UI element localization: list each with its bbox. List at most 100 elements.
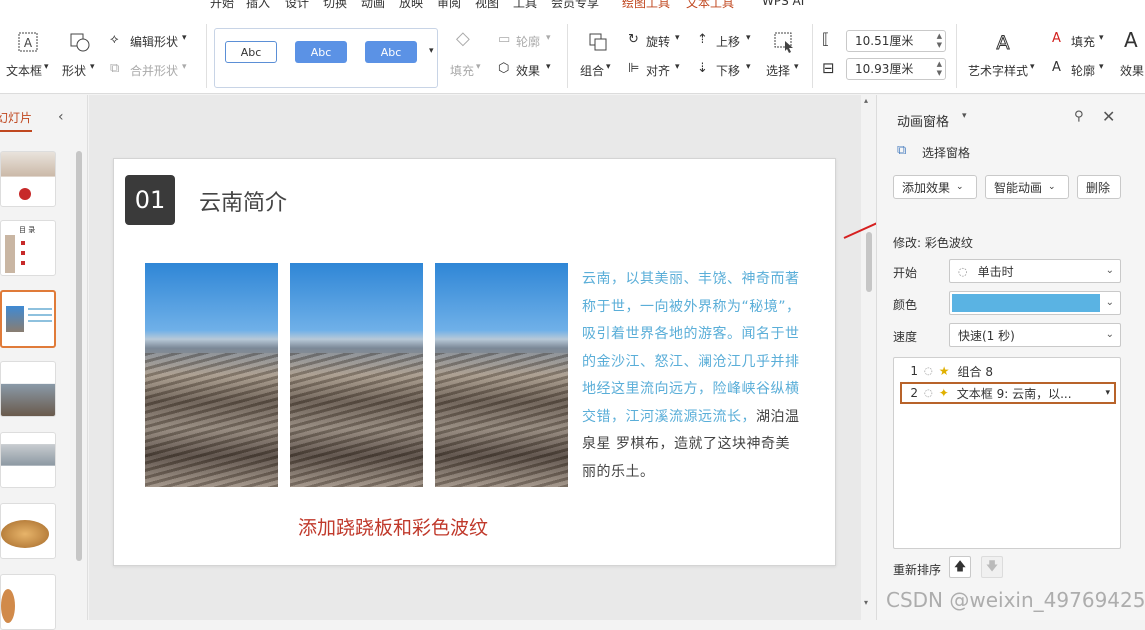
menu-view[interactable]: 视图 — [475, 0, 499, 10]
send-backward-button[interactable]: 下移 — [716, 62, 740, 79]
rotate-icon[interactable]: ↻ — [628, 32, 639, 47]
text-outline-icon[interactable]: A — [1052, 60, 1061, 75]
animation-item-1[interactable]: 1 ◌ ★ 组合 8 — [900, 360, 1116, 382]
textbox-button[interactable]: 文本框 — [6, 62, 42, 79]
animation-list: 1 ◌ ★ 组合 8 2 ◌ ✦ 文本框 9: 云南，以... ▾ — [893, 357, 1121, 549]
color-swatch — [952, 294, 1100, 312]
width-spinner-icon[interactable]: ▲ ▼ — [937, 60, 942, 78]
menu-drawing-tools[interactable]: 绘图工具 — [622, 0, 670, 10]
edit-shape-button[interactable]: 编辑形状 — [130, 33, 178, 50]
photo-panel-1[interactable] — [145, 263, 278, 487]
text-outline-button[interactable]: 轮廓 — [1071, 62, 1095, 79]
menu-insert[interactable]: 插入 — [246, 0, 270, 10]
menu-review[interactable]: 审阅 — [437, 0, 461, 10]
collapse-pane-icon[interactable]: ‹ — [58, 109, 64, 125]
style-sample-filled-2[interactable]: Abc — [365, 41, 417, 63]
select-pane-link[interactable]: 选择窗格 — [922, 144, 970, 161]
bring-forward-dropdown-icon[interactable]: ▾ — [746, 33, 751, 43]
smart-animation-button[interactable]: 智能动画 ⌄ — [985, 175, 1069, 199]
thumbnail-scrollbar[interactable] — [76, 151, 82, 561]
shape-dropdown-icon[interactable]: ▾ — [90, 62, 95, 72]
speed-select[interactable]: 快速(1 秒) ⌄ — [949, 323, 1121, 347]
menu-slideshow[interactable]: 放映 — [399, 0, 423, 10]
text-fill-icon[interactable]: A — [1052, 31, 1061, 46]
style-sample-filled[interactable]: Abc — [295, 41, 347, 63]
canvas-scroll-down-icon[interactable]: ▾ — [864, 598, 868, 607]
slide-caption[interactable]: 添加跷跷板和彩色波纹 — [298, 513, 488, 540]
effect-button[interactable]: 效果 — [516, 62, 540, 79]
textbox-icon[interactable]: A — [14, 28, 42, 56]
slide-thumbnail-2[interactable]: 目 录 — [0, 220, 56, 276]
thumbnail-tab-label[interactable]: 幻灯片 — [0, 109, 32, 132]
select-dropdown-icon[interactable]: ▾ — [794, 62, 799, 72]
move-up-icon[interactable]: 🡅 — [949, 556, 971, 578]
pin-icon[interactable]: ⚲ — [1074, 109, 1084, 124]
edit-shape-icon[interactable]: ⟡ — [110, 32, 119, 47]
height-spinner-icon[interactable]: ▲ ▼ — [937, 32, 942, 50]
menu-transition[interactable]: 切换 — [323, 0, 347, 10]
slide-thumbnail-4[interactable] — [0, 361, 56, 417]
slide-title[interactable]: 云南简介 — [199, 185, 287, 217]
slide-thumbnail-5[interactable] — [0, 432, 56, 488]
effect-icon[interactable]: ⬡ — [498, 61, 509, 76]
menu-member[interactable]: 会员专享 — [551, 0, 599, 10]
close-pane-icon[interactable]: ✕ — [1102, 107, 1115, 126]
group-icon[interactable] — [584, 28, 612, 56]
slide-thumbnail-6[interactable] — [0, 503, 56, 559]
menu-text-tools[interactable]: 文本工具 — [686, 0, 734, 10]
text-fill-button[interactable]: 填充 — [1071, 33, 1095, 50]
shape-button[interactable]: 形状 — [62, 62, 86, 79]
slide-thumbnail-7[interactable] — [0, 574, 56, 630]
start-select[interactable]: ◌ 单击时 ⌄ — [949, 259, 1121, 283]
text-effect-icon[interactable]: A — [1124, 28, 1138, 52]
group-button[interactable]: 组合 — [580, 62, 604, 79]
align-button[interactable]: 对齐 — [646, 62, 670, 79]
add-effect-button[interactable]: 添加效果 ⌄ — [893, 175, 977, 199]
style-sample-outline[interactable]: Abc — [225, 41, 277, 63]
style-gallery-more-icon[interactable]: ▾ — [429, 46, 434, 56]
align-dropdown-icon[interactable]: ▾ — [675, 62, 680, 72]
send-backward-dropdown-icon[interactable]: ▾ — [746, 62, 751, 72]
send-backward-icon[interactable]: ⇣ — [697, 61, 708, 76]
bring-forward-button[interactable]: 上移 — [716, 33, 740, 50]
select-icon[interactable] — [770, 28, 798, 56]
photo-panel-3[interactable] — [435, 263, 568, 487]
delete-button[interactable]: 删除 — [1077, 175, 1121, 199]
speed-chevron-down-icon: ⌄ — [1105, 329, 1114, 340]
text-effect-button[interactable]: 效果 — [1120, 62, 1144, 79]
edit-shape-dropdown-icon[interactable]: ▾ — [182, 33, 187, 43]
menu-wps-ai[interactable]: WPS AI — [762, 0, 804, 8]
effect-dropdown-icon[interactable]: ▾ — [546, 62, 551, 72]
speed-value: 快速(1 秒) — [958, 328, 1015, 343]
art-style-button[interactable]: 艺术字样式 — [968, 62, 1028, 79]
shape-icon[interactable] — [66, 28, 94, 56]
animation-item-dropdown-icon[interactable]: ▾ — [1105, 388, 1110, 398]
art-style-dropdown-icon[interactable]: ▾ — [1030, 62, 1035, 72]
menu-home[interactable]: 开始 — [210, 0, 234, 10]
height-input[interactable]: 10.51厘米 ▲ ▼ — [846, 30, 946, 52]
group-dropdown-icon[interactable]: ▾ — [606, 62, 611, 72]
pane-menu-dropdown-icon[interactable]: ▾ — [962, 111, 967, 121]
textbox-dropdown-icon[interactable]: ▾ — [44, 62, 49, 72]
select-button[interactable]: 选择 — [766, 62, 790, 79]
rotate-dropdown-icon[interactable]: ▾ — [675, 33, 680, 43]
slide[interactable]: 01 云南简介 云南，以其美丽、丰饶、神奇而著称于世，一向被外界称为“秘境”，吸… — [113, 158, 836, 566]
rotate-button[interactable]: 旋转 — [646, 33, 670, 50]
width-input[interactable]: 10.93厘米 ▲ ▼ — [846, 58, 946, 80]
canvas-scroll-up-icon[interactable]: ▴ — [864, 96, 868, 105]
align-icon[interactable]: ⊫ — [628, 61, 639, 76]
menu-animation[interactable]: 动画 — [361, 0, 385, 10]
text-outline-dropdown-icon[interactable]: ▾ — [1099, 62, 1104, 72]
bring-forward-icon[interactable]: ⇡ — [697, 32, 708, 47]
menu-design[interactable]: 设计 — [285, 0, 309, 10]
photo-panel-2[interactable] — [290, 263, 423, 487]
menu-tools[interactable]: 工具 — [513, 0, 537, 10]
text-fill-dropdown-icon[interactable]: ▾ — [1099, 33, 1104, 43]
slide-thumbnail-1[interactable] — [0, 151, 56, 207]
art-style-icon[interactable]: A — [988, 28, 1018, 56]
animation-item-2-selected[interactable]: 2 ◌ ✦ 文本框 9: 云南，以... ▾ — [900, 382, 1116, 404]
select-pane-icon[interactable]: ⧉ — [897, 143, 906, 158]
body-textbox[interactable]: 云南，以其美丽、丰饶、神奇而著称于世，一向被外界称为“秘境”，吸引着世界各地的游… — [582, 266, 804, 486]
slide-thumbnail-3-selected[interactable] — [0, 290, 56, 348]
color-select[interactable]: ⌄ — [949, 291, 1121, 315]
